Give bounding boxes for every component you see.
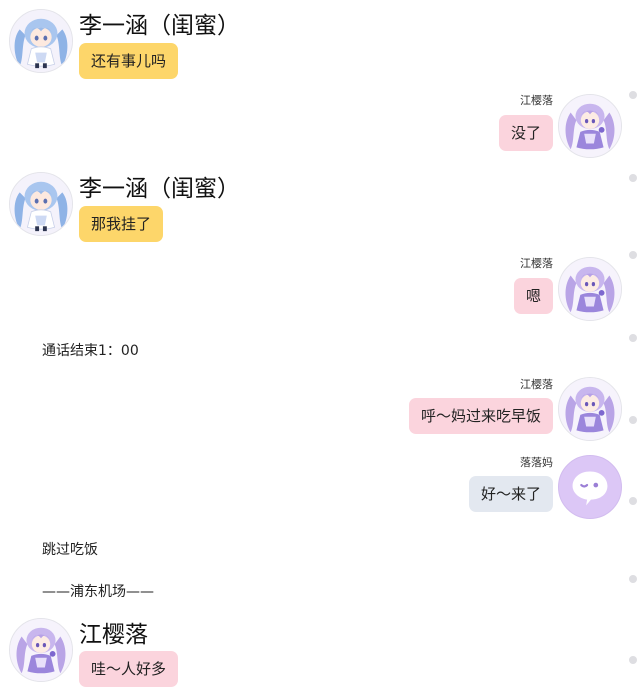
- message-bubble[interactable]: 那我挂了: [79, 206, 164, 242]
- avatar-jiang-yingluo[interactable]: [9, 618, 73, 682]
- message-bubble[interactable]: 好～来了: [468, 476, 553, 512]
- avatar-jiang-yingluo[interactable]: [558, 94, 622, 158]
- scroll-dot: [629, 575, 637, 583]
- avatar-li-yihan[interactable]: [9, 172, 73, 236]
- scroll-dot: [629, 416, 637, 424]
- scroll-dot: [629, 91, 637, 99]
- chat-bubble-icon: [572, 471, 608, 506]
- scroll-dot: [629, 334, 637, 342]
- scroll-dot: [629, 251, 637, 259]
- avatar-jiang-yingluo[interactable]: [558, 377, 622, 441]
- anime-girl-avatar-icon: [559, 95, 621, 157]
- sender-name: 李一涵（闺蜜）: [79, 13, 240, 39]
- anime-girl-avatar-icon: [10, 619, 72, 681]
- sender-name: 江樱落: [520, 257, 553, 270]
- avatar-li-yihan[interactable]: [9, 9, 73, 73]
- message-bubble[interactable]: 还有事儿吗: [79, 43, 179, 79]
- system-message: 通话结束1：00: [42, 343, 139, 359]
- message-bubble[interactable]: 哇～人好多: [79, 651, 179, 687]
- anime-girl-avatar-icon: [10, 173, 72, 235]
- scroll-dot: [629, 174, 637, 182]
- scene-divider: ——浦东机场——: [42, 584, 154, 600]
- scroll-dot: [629, 497, 637, 505]
- sender-name: 落落妈: [520, 456, 553, 469]
- avatar-jiang-yingluo[interactable]: [558, 257, 622, 321]
- sender-name: 江樱落: [79, 622, 148, 648]
- sender-name: 江樱落: [520, 94, 553, 107]
- message-bubble[interactable]: 嗯: [513, 278, 553, 314]
- avatar-luoluo-ma[interactable]: [558, 455, 622, 519]
- anime-girl-avatar-icon: [559, 378, 621, 440]
- message-bubble[interactable]: 呼～妈过来吃早饭: [408, 398, 553, 434]
- scroll-dot: [629, 656, 637, 664]
- message-bubble[interactable]: 没了: [498, 115, 553, 151]
- sender-name: 江樱落: [520, 378, 553, 391]
- anime-girl-avatar-icon: [10, 10, 72, 72]
- system-message: 跳过吃饭: [42, 542, 98, 558]
- anime-girl-avatar-icon: [559, 258, 621, 320]
- sender-name: 李一涵（闺蜜）: [79, 176, 240, 202]
